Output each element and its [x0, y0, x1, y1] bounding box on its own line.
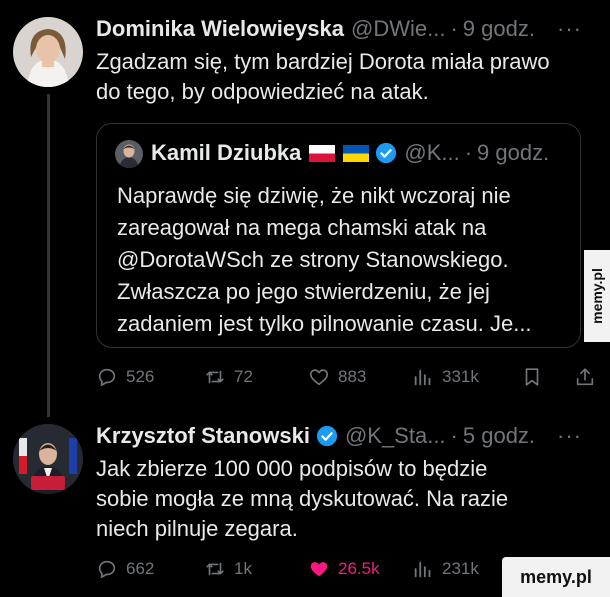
quoted-text-line: zadaniem jest tylko pilnowanie czasu. Je…	[117, 311, 532, 336]
share-icon	[576, 368, 594, 386]
author-handle[interactable]: @K_Sta...	[345, 423, 446, 449]
like-button[interactable]: 883	[308, 362, 366, 392]
retweet-icon	[206, 370, 224, 384]
views-button[interactable]: 231k	[412, 554, 479, 584]
like-count: 883	[338, 367, 367, 386]
avatar-kamil	[115, 140, 143, 168]
thread-line	[47, 94, 50, 400]
retweet-count: 1k	[234, 559, 252, 578]
like-count: 26.5k	[338, 559, 380, 578]
heart-filled-icon	[310, 562, 328, 577]
avatar-kamil-image	[115, 140, 143, 168]
quoted-text-line: Naprawdę się dziwię, że nikt wczoraj nie	[117, 183, 511, 208]
quoted-author-name[interactable]: Kamil Dziubka	[151, 140, 301, 166]
avatar-dominika-image	[13, 17, 83, 87]
bookmark-icon	[525, 368, 539, 386]
heart-icon	[309, 369, 329, 386]
thread-line	[47, 400, 50, 417]
reply-button[interactable]: 526	[96, 362, 154, 392]
tweet-text-line: niech pilnuje zegara.	[96, 516, 298, 541]
retweet-icon	[206, 562, 224, 576]
tweet-text: Jak zbierze 100 000 podpisów to będzie s…	[96, 454, 592, 544]
side-watermark: memy.pl	[584, 250, 610, 342]
views-count: 231k	[442, 559, 479, 578]
timestamp[interactable]: 9 godz.	[463, 16, 535, 42]
poland-flag-icon	[309, 144, 336, 162]
separator-dot: ·	[450, 423, 458, 448]
avatar-krzysztof[interactable]	[13, 424, 83, 494]
more-options-icon[interactable]: ···	[557, 16, 582, 42]
like-button[interactable]: 26.5k	[308, 554, 380, 584]
tweet-header: Dominika Wielowieyska @DWie... · 9 godz.…	[96, 14, 598, 44]
quoted-text-line: @DorotaWSch ze strony Stanowskiego.	[117, 247, 509, 272]
verified-badge-icon	[316, 425, 338, 447]
timestamp[interactable]: 5 godz.	[463, 423, 535, 449]
quoted-header: Kamil Dziubka @K... · 9 godz.	[151, 138, 570, 168]
retweet-button[interactable]: 1k	[204, 554, 252, 584]
watermark: memy.pl	[502, 557, 610, 597]
quoted-author-handle[interactable]: @K...	[404, 140, 459, 166]
reply-icon	[98, 368, 116, 387]
reply-icon	[98, 560, 116, 579]
reply-count: 526	[126, 367, 155, 386]
tweet-text-line: Jak zbierze 100 000 podpisów to będzie	[96, 456, 488, 481]
author-name[interactable]: Krzysztof Stanowski	[96, 423, 310, 449]
views-chart-icon	[414, 369, 431, 386]
separator-dot: ·	[464, 140, 473, 165]
tweet-text: Zgadzam się, tym bardziej Dorota miała p…	[96, 47, 592, 107]
avatar-dominika[interactable]	[13, 17, 83, 87]
avatar-krzysztof-image	[13, 424, 83, 494]
tweet-text-line: do tego, by odpowiedzieć na atak.	[96, 79, 429, 104]
tweet-dominika[interactable]: Dominika Wielowieyska @DWie... · 9 godz.…	[0, 0, 610, 400]
more-options-icon[interactable]: ···	[557, 423, 582, 449]
share-button[interactable]	[574, 362, 604, 392]
author-handle[interactable]: @DWie...	[351, 16, 445, 42]
tweet-actions: 526 72 883 331k	[96, 362, 596, 392]
reply-count: 662	[126, 559, 155, 578]
tweet-text-line: sobie mogła ze mną dyskutować. Na razie	[96, 486, 509, 511]
views-button[interactable]: 331k	[412, 362, 479, 392]
quoted-text: Naprawdę się dziwię, że nikt wczoraj nie…	[117, 180, 568, 340]
quoted-text-line: Zwłaszcza po jego stwierdzeniu, że jej	[117, 279, 490, 304]
ukraine-flag-icon	[343, 144, 370, 162]
tweet-header: Krzysztof Stanowski @K_Sta... · 5 godz. …	[96, 421, 598, 451]
separator-dot: ·	[450, 16, 458, 41]
side-watermark-text: memy.pl	[589, 268, 605, 324]
quoted-timestamp[interactable]: 9 godz.	[477, 140, 549, 166]
quoted-text-line: zareagował na mega chamski atak na	[117, 215, 487, 240]
retweet-count: 72	[234, 367, 253, 386]
retweet-button[interactable]: 72	[204, 362, 253, 392]
reply-button[interactable]: 662	[96, 554, 154, 584]
bookmark-button[interactable]	[521, 362, 551, 392]
verified-badge-icon	[376, 142, 397, 164]
views-chart-icon	[414, 561, 431, 578]
tweet-text-line: Zgadzam się, tym bardziej Dorota miała p…	[96, 49, 550, 74]
views-count: 331k	[442, 367, 479, 386]
quoted-tweet[interactable]: Kamil Dziubka @K... · 9 godz. Naprawdę s…	[96, 123, 581, 348]
author-name[interactable]: Dominika Wielowieyska	[96, 16, 344, 42]
